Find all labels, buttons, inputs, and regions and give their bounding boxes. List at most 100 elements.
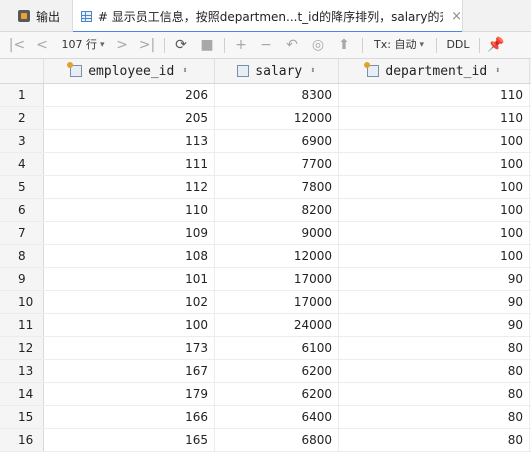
cell-salary[interactable]: 12000 [215,245,339,267]
cell-department-id[interactable]: 80 [339,406,530,428]
row-number: 14 [0,383,44,405]
tab-query-result[interactable]: # 显示员工信息，按照departmen...t_id的降序排列，salary的… [72,0,463,33]
cell-salary[interactable]: 8300 [215,84,339,106]
table-row[interactable]: 7 109 9000 100 [0,222,531,245]
table-row[interactable]: 14 179 6200 80 [0,383,531,406]
cell-department-id[interactable]: 90 [339,314,530,336]
row-number: 1 [0,84,44,106]
table-row[interactable]: 9 101 17000 90 [0,268,531,291]
first-page-icon[interactable]: |< [8,36,26,54]
row-count-label: 107 行 [61,38,97,51]
cell-employee-id[interactable]: 110 [44,199,215,221]
primary-key-column-icon [67,62,83,77]
cell-department-id[interactable]: 100 [339,176,530,198]
table-row[interactable]: 16 165 6800 80 [0,429,531,452]
cell-salary[interactable]: 17000 [215,268,339,290]
cell-salary[interactable]: 6900 [215,130,339,152]
cell-salary[interactable]: 12000 [215,107,339,129]
cell-salary[interactable]: 6100 [215,337,339,359]
cell-salary[interactable]: 6200 [215,383,339,405]
row-number: 6 [0,199,44,221]
column-name: employee_id [88,63,175,79]
tab-output[interactable]: 输出 [0,0,72,32]
next-page-icon[interactable]: > [114,36,130,54]
last-page-icon[interactable]: >| [138,36,156,54]
table-row[interactable]: 10 102 17000 90 [0,291,531,314]
cell-department-id[interactable]: 110 [339,107,530,129]
cell-employee-id[interactable]: 173 [44,337,215,359]
cell-salary[interactable]: 24000 [215,314,339,336]
cell-employee-id[interactable]: 111 [44,153,215,175]
toolbar-divider [224,38,225,53]
table-row[interactable]: 8 108 12000 100 [0,245,531,268]
add-row-icon[interactable]: + [232,36,250,54]
cell-employee-id[interactable]: 112 [44,176,215,198]
revert-icon[interactable]: ↶ [283,36,301,54]
cell-employee-id[interactable]: 108 [44,245,215,267]
foreign-key-column-icon [364,62,380,77]
view-changes-icon[interactable]: ◎ [309,36,327,54]
cell-salary[interactable]: 17000 [215,291,339,313]
close-icon[interactable]: × [451,9,462,24]
cell-employee-id[interactable]: 167 [44,360,215,382]
pin-icon[interactable]: 📌 [487,36,505,54]
refresh-icon[interactable]: ⟳ [172,36,190,54]
column-header-department-id[interactable]: department_id ⬍ [339,59,530,83]
cell-employee-id[interactable]: 179 [44,383,215,405]
stop-icon[interactable]: ■ [198,36,216,54]
previous-page-icon[interactable]: < [34,36,50,54]
transaction-mode-dropdown[interactable]: Tx: 自动 ▾ [370,36,428,54]
cell-salary[interactable]: 8200 [215,199,339,221]
cell-salary[interactable]: 7800 [215,176,339,198]
cell-employee-id[interactable]: 113 [44,130,215,152]
cell-employee-id[interactable]: 100 [44,314,215,336]
cell-department-id[interactable]: 80 [339,337,530,359]
ddl-button[interactable]: DDL [444,36,472,54]
cell-employee-id[interactable]: 102 [44,291,215,313]
cell-employee-id[interactable]: 165 [44,429,215,451]
cell-salary[interactable]: 7700 [215,153,339,175]
chevron-down-icon: ▾ [99,40,105,50]
cell-salary[interactable]: 6400 [215,406,339,428]
table-row[interactable]: 5 112 7800 100 [0,176,531,199]
cell-department-id[interactable]: 90 [339,291,530,313]
tab-bar: 输出 # 显示员工信息，按照departmen...t_id的降序排列，sala… [0,0,531,33]
table-row[interactable]: 6 110 8200 100 [0,199,531,222]
cell-department-id[interactable]: 90 [339,268,530,290]
cell-department-id[interactable]: 110 [339,84,530,106]
cell-employee-id[interactable]: 166 [44,406,215,428]
table-row[interactable]: 15 166 6400 80 [0,406,531,429]
table-row[interactable]: 12 173 6100 80 [0,337,531,360]
cell-department-id[interactable]: 80 [339,360,530,382]
sort-icon[interactable]: ⬍ [310,66,315,76]
cell-salary[interactable]: 6800 [215,429,339,451]
cell-department-id[interactable]: 100 [339,222,530,244]
column-header-employee-id[interactable]: employee_id ⬍ [44,59,215,83]
cell-department-id[interactable]: 100 [339,199,530,221]
table-row[interactable]: 13 167 6200 80 [0,360,531,383]
table-row[interactable]: 3 113 6900 100 [0,130,531,153]
cell-employee-id[interactable]: 101 [44,268,215,290]
sort-icon[interactable]: ⬍ [495,66,500,76]
delete-row-icon[interactable]: − [257,36,275,54]
cell-employee-id[interactable]: 109 [44,222,215,244]
table-row[interactable]: 4 111 7700 100 [0,153,531,176]
table-row[interactable]: 2 205 12000 110 [0,107,531,130]
cell-employee-id[interactable]: 206 [44,84,215,106]
table-row[interactable]: 11 100 24000 90 [0,314,531,337]
cell-salary[interactable]: 9000 [215,222,339,244]
sort-icon[interactable]: ⬍ [182,66,187,76]
column-header-salary[interactable]: salary ⬍ [215,59,339,83]
row-count-dropdown[interactable]: 107 行 ▾ [58,36,108,54]
row-number: 12 [0,337,44,359]
cell-salary[interactable]: 6200 [215,360,339,382]
cell-department-id[interactable]: 80 [339,383,530,405]
cell-department-id[interactable]: 100 [339,245,530,267]
cell-department-id[interactable]: 100 [339,130,530,152]
cell-department-id[interactable]: 100 [339,153,530,175]
cell-employee-id[interactable]: 205 [44,107,215,129]
table-row[interactable]: 1 206 8300 110 [0,84,531,107]
column-name: salary [255,63,303,79]
submit-icon[interactable]: ⬆ [335,36,353,54]
cell-department-id[interactable]: 80 [339,429,530,451]
